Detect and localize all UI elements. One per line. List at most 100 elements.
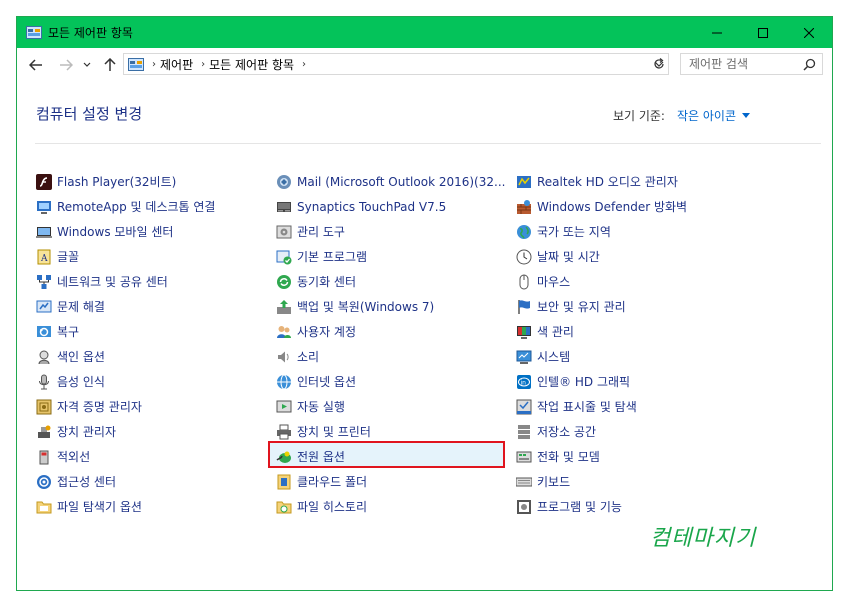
up-button[interactable] bbox=[101, 56, 119, 74]
control-panel-item[interactable]: 색인 옵션 bbox=[34, 344, 272, 369]
close-button[interactable] bbox=[786, 17, 832, 48]
control-panel-item-label[interactable]: 소리 bbox=[297, 348, 319, 365]
control-panel-item[interactable]: Synaptics TouchPad V7.5 bbox=[274, 194, 512, 219]
control-panel-item[interactable]: in 인텔® HD 그래픽 bbox=[514, 369, 752, 394]
control-panel-item[interactable]: 보안 및 유지 관리 bbox=[514, 294, 752, 319]
control-panel-item-label[interactable]: Mail (Microsoft Outlook 2016)(32... bbox=[297, 175, 505, 189]
control-panel-item[interactable]: 색 관리 bbox=[514, 319, 752, 344]
control-panel-item-label[interactable]: 저장소 공간 bbox=[537, 423, 596, 440]
control-panel-item-label[interactable]: 국가 또는 지역 bbox=[537, 223, 611, 240]
control-panel-item-label[interactable]: 프로그램 및 기능 bbox=[537, 498, 622, 515]
address-bar[interactable]: › 제어판 › 모든 제어판 항목 › bbox=[123, 53, 669, 75]
control-panel-item-label[interactable]: 보안 및 유지 관리 bbox=[537, 298, 626, 315]
control-panel-item-label[interactable]: 사용자 계정 bbox=[297, 323, 356, 340]
control-panel-item-label[interactable]: 동기화 센터 bbox=[297, 273, 356, 290]
control-panel-item[interactable]: A 글꼴 bbox=[34, 244, 272, 269]
chevron-right-icon[interactable]: › bbox=[302, 59, 306, 70]
control-panel-item-label[interactable]: Windows 모바일 센터 bbox=[57, 223, 173, 240]
control-panel-item-label[interactable]: Windows Defender 방화벽 bbox=[537, 198, 687, 215]
chevron-right-icon[interactable]: › bbox=[201, 59, 205, 70]
control-panel-item[interactable]: 자격 증명 관리자 bbox=[34, 394, 272, 419]
control-panel-item[interactable]: 자동 실행 bbox=[274, 394, 512, 419]
control-panel-item-label[interactable]: 색인 옵션 bbox=[57, 348, 105, 365]
control-panel-item-label[interactable]: 전원 옵션 bbox=[297, 448, 345, 465]
forward-button[interactable] bbox=[57, 56, 75, 74]
control-panel-item-label[interactable]: 마우스 bbox=[537, 273, 570, 290]
maximize-button[interactable] bbox=[740, 17, 786, 48]
control-panel-item-label[interactable]: 관리 도구 bbox=[297, 223, 345, 240]
control-panel-item-label[interactable]: 작업 표시줄 및 탐색 bbox=[537, 398, 637, 415]
control-panel-item[interactable]: 파일 탐색기 옵션 bbox=[34, 494, 272, 519]
control-panel-item[interactable]: Mail (Microsoft Outlook 2016)(32... bbox=[274, 169, 512, 194]
control-panel-item-label[interactable]: 인터넷 옵션 bbox=[297, 373, 356, 390]
control-panel-item[interactable]: 백업 및 복원(Windows 7) bbox=[274, 294, 512, 319]
search-icon[interactable] bbox=[803, 58, 816, 74]
control-panel-item[interactable]: RemoteApp 및 데스크톱 연결 bbox=[34, 194, 272, 219]
control-panel-item[interactable]: 관리 도구 bbox=[274, 219, 512, 244]
title-bar[interactable]: 모든 제어판 항목 bbox=[17, 17, 832, 48]
search-box[interactable] bbox=[680, 53, 823, 75]
control-panel-item[interactable]: 사용자 계정 bbox=[274, 319, 512, 344]
control-panel-item[interactable]: 소리 bbox=[274, 344, 512, 369]
control-panel-item[interactable]: 동기화 센터 bbox=[274, 269, 512, 294]
control-panel-item-label[interactable]: 네트워크 및 공유 센터 bbox=[57, 273, 168, 290]
control-panel-item-label[interactable]: 적외선 bbox=[57, 448, 90, 465]
control-panel-item-label[interactable]: 자격 증명 관리자 bbox=[57, 398, 142, 415]
control-panel-item-label[interactable]: 문제 해결 bbox=[57, 298, 105, 315]
control-panel-item[interactable]: 날짜 및 시간 bbox=[514, 244, 752, 269]
control-panel-item-label[interactable]: 접근성 센터 bbox=[57, 473, 116, 490]
control-panel-item-label[interactable]: 음성 인식 bbox=[57, 373, 105, 390]
control-panel-item-label[interactable]: Synaptics TouchPad V7.5 bbox=[297, 200, 446, 214]
control-panel-item[interactable]: 키보드 bbox=[514, 469, 752, 494]
control-panel-item[interactable]: 작업 표시줄 및 탐색 bbox=[514, 394, 752, 419]
search-input[interactable] bbox=[687, 56, 801, 72]
control-panel-item[interactable]: Windows 모바일 센터 bbox=[34, 219, 272, 244]
control-panel-item-label[interactable]: 시스템 bbox=[537, 348, 570, 365]
control-panel-item[interactable]: 장치 관리자 bbox=[34, 419, 272, 444]
minimize-button[interactable] bbox=[694, 17, 740, 48]
control-panel-item-label[interactable]: 글꼴 bbox=[57, 248, 79, 265]
control-panel-item-label[interactable]: 파일 탐색기 옵션 bbox=[57, 498, 142, 515]
control-panel-item-label[interactable]: 복구 bbox=[57, 323, 79, 340]
control-panel-item-label[interactable]: RemoteApp 및 데스크톱 연결 bbox=[57, 198, 215, 215]
control-panel-item-label[interactable]: 장치 및 프린터 bbox=[297, 423, 371, 440]
control-panel-item-label[interactable]: 클라우드 폴더 bbox=[297, 473, 367, 490]
control-panel-item[interactable]: 클라우드 폴더 bbox=[274, 469, 512, 494]
control-panel-item[interactable]: 인터넷 옵션 bbox=[274, 369, 512, 394]
control-panel-item[interactable]: 전화 및 모뎀 bbox=[514, 444, 752, 469]
control-panel-item[interactable]: 기본 프로그램 bbox=[274, 244, 512, 269]
control-panel-item-label[interactable]: 인텔® HD 그래픽 bbox=[537, 373, 630, 390]
control-panel-item-label[interactable]: 키보드 bbox=[537, 473, 570, 490]
control-panel-item[interactable]: 국가 또는 지역 bbox=[514, 219, 752, 244]
control-panel-item[interactable]: 저장소 공간 bbox=[514, 419, 752, 444]
control-panel-item[interactable]: 복구 bbox=[34, 319, 272, 344]
breadcrumb-control-panel[interactable]: 제어판 bbox=[160, 56, 193, 73]
control-panel-item[interactable]: Windows Defender 방화벽 bbox=[514, 194, 752, 219]
control-panel-item-label[interactable]: 색 관리 bbox=[537, 323, 574, 340]
control-panel-item[interactable]: 적외선 bbox=[34, 444, 272, 469]
control-panel-item[interactable]: 프로그램 및 기능 bbox=[514, 494, 752, 519]
control-panel-item[interactable]: 파일 히스토리 bbox=[274, 494, 512, 519]
control-panel-item[interactable]: 전원 옵션 bbox=[274, 444, 512, 469]
control-panel-item-label[interactable]: 날짜 및 시간 bbox=[537, 248, 600, 265]
control-panel-item[interactable]: 마우스 bbox=[514, 269, 752, 294]
view-by-value[interactable]: 작은 아이콘 bbox=[677, 107, 736, 124]
recent-locations-button[interactable] bbox=[81, 56, 93, 74]
control-panel-item[interactable]: Flash Player(32비트) bbox=[34, 169, 272, 194]
view-by-dropdown[interactable]: 작은 아이콘 bbox=[677, 107, 750, 124]
control-panel-item-label[interactable]: 파일 히스토리 bbox=[297, 498, 367, 515]
back-button[interactable] bbox=[27, 56, 45, 74]
refresh-button[interactable] bbox=[649, 53, 669, 75]
control-panel-item-label[interactable]: 기본 프로그램 bbox=[297, 248, 367, 265]
control-panel-item[interactable]: 문제 해결 bbox=[34, 294, 272, 319]
control-panel-item[interactable]: 네트워크 및 공유 센터 bbox=[34, 269, 272, 294]
control-panel-item-label[interactable]: 전화 및 모뎀 bbox=[537, 448, 600, 465]
control-panel-item[interactable]: 음성 인식 bbox=[34, 369, 272, 394]
control-panel-item[interactable]: Realtek HD 오디오 관리자 bbox=[514, 169, 752, 194]
control-panel-item[interactable]: 시스템 bbox=[514, 344, 752, 369]
control-panel-item-label[interactable]: 백업 및 복원(Windows 7) bbox=[297, 298, 434, 315]
control-panel-item-label[interactable]: Realtek HD 오디오 관리자 bbox=[537, 173, 678, 190]
control-panel-item-label[interactable]: 장치 관리자 bbox=[57, 423, 116, 440]
breadcrumb-all-items[interactable]: 모든 제어판 항목 bbox=[209, 56, 294, 73]
control-panel-item[interactable]: 접근성 센터 bbox=[34, 469, 272, 494]
